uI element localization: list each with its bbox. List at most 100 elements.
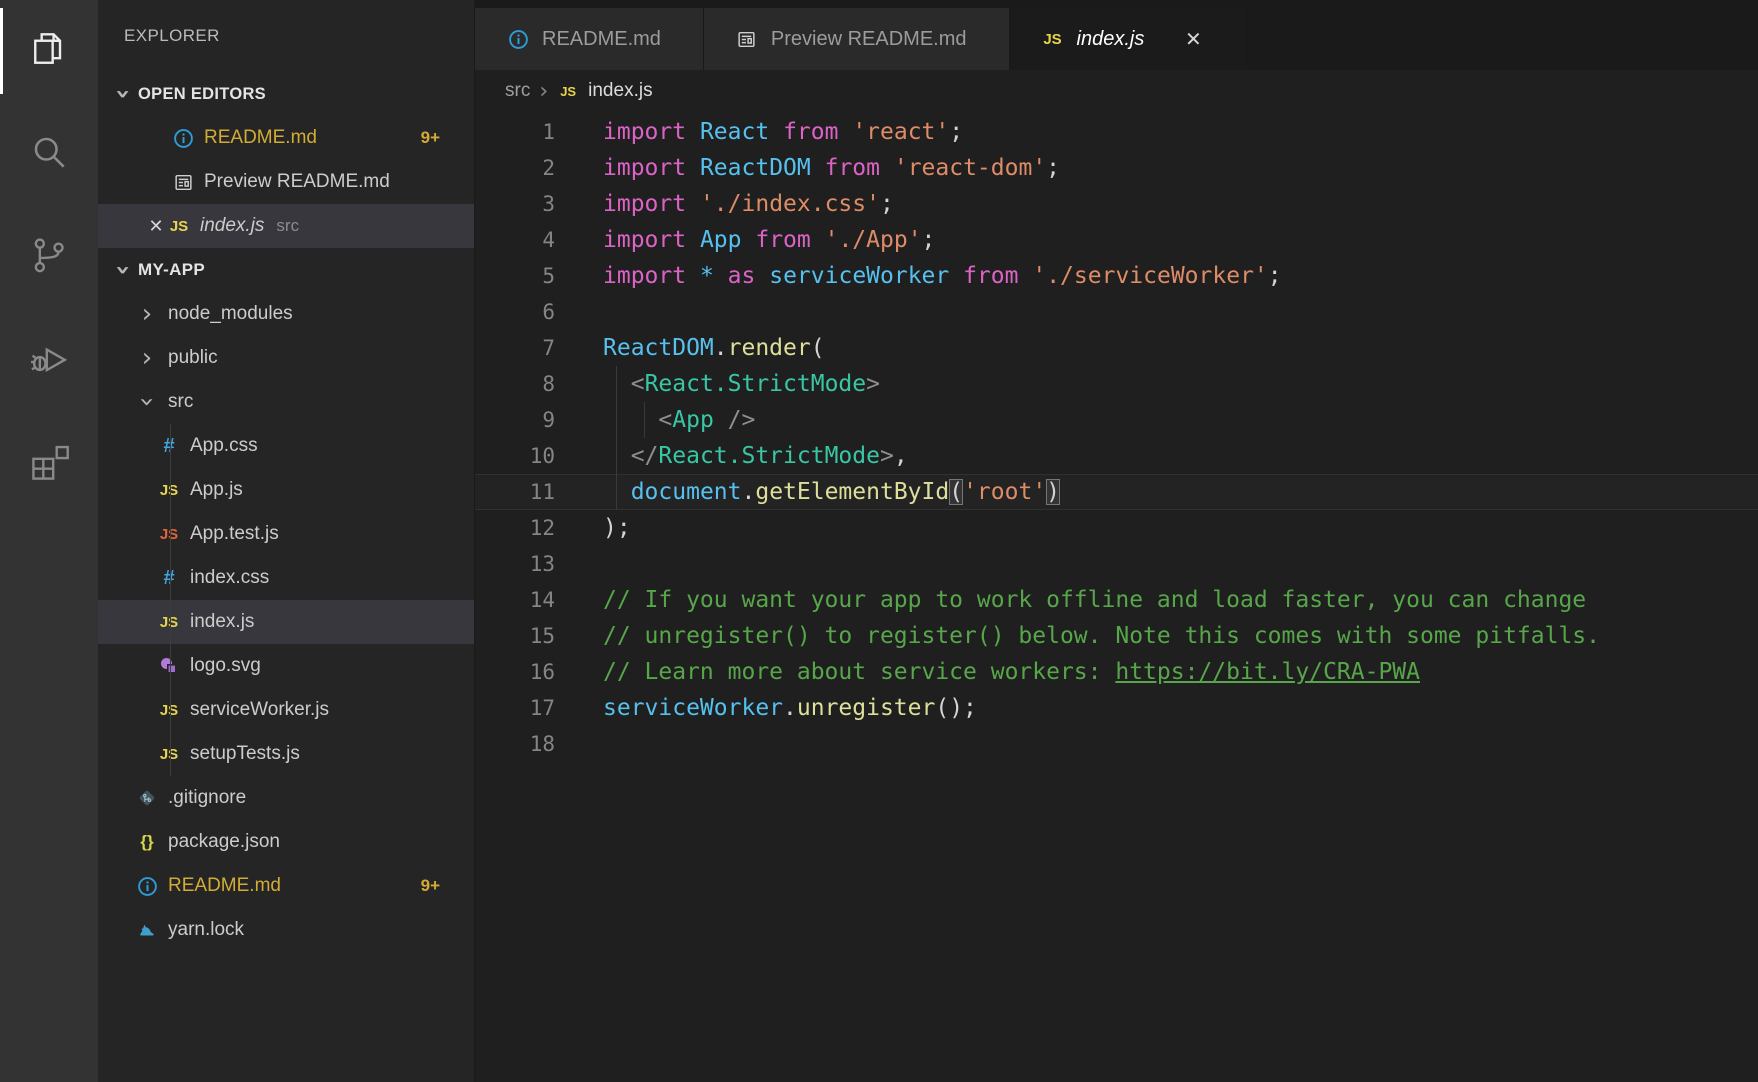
line-number: 1 [475,114,555,150]
problems-badge: 9+ [421,876,440,896]
line-number: 13 [475,546,555,582]
svgf-icon [158,656,180,676]
code-line[interactable]: 9 <App /> [475,402,1758,438]
file-label: node_modules [168,303,293,325]
file-label: package.json [168,831,280,853]
code-line[interactable]: 15// unregister() to register() below. N… [475,618,1758,654]
code-text: </React.StrictMode>, [603,438,908,474]
js-icon: JS [158,702,180,719]
file-label: setupTests.js [190,743,300,765]
activity-item-search[interactable] [0,103,98,206]
tree-item[interactable]: JSApp.js [98,468,474,512]
open-editors-list: README.md9+ Preview README.md ✕JSindex.jss… [98,116,474,248]
breadcrumb-folder[interactable]: src [505,80,530,102]
line-number: 3 [475,186,555,222]
open-editor-item[interactable]: README.md9+ [98,116,474,160]
open-editor-item[interactable]: ✕JSindex.jssrc [98,204,474,248]
activity-item-source-control[interactable] [0,206,98,309]
debug-icon [27,336,71,385]
tree-item[interactable]: yarn.lock [98,908,474,952]
line-number: 8 [475,366,555,402]
code-line[interactable]: 18 [475,726,1758,762]
js-icon: JS [1042,31,1064,48]
activity-item-run-debug[interactable] [0,309,98,412]
file-label: README.md [204,127,317,149]
tree-indent-guide [170,424,171,776]
editor-group: README.mdPreview README.mdJSindex.js✕ sr… [475,0,1758,1082]
git-icon [136,788,158,808]
open-editor-item[interactable]: Preview README.md [98,160,474,204]
activity-bar [0,0,98,1082]
file-label: index.js [200,215,264,237]
code-line[interactable]: 12); [475,510,1758,546]
code-line[interactable]: 11 document.getElementById('root') [475,474,1758,510]
code-text: import App from './App'; [603,222,935,258]
file-tree: ›node_modules›public›src#App.cssJSApp.js… [98,292,474,952]
code-line[interactable]: 6 [475,294,1758,330]
tree-item[interactable]: logo.svg [98,644,474,688]
chevron-down-icon: › [110,259,136,281]
code-editor[interactable]: 1import React from 'react';2import React… [475,112,1758,1082]
tree-item[interactable]: #App.css [98,424,474,468]
tab[interactable]: README.md [475,8,704,70]
code-line[interactable]: 7ReactDOM.render( [475,330,1758,366]
tree-folder[interactable]: ›public [98,336,474,380]
tree-item[interactable]: JS setupTests.js [98,732,474,776]
breadcrumb-file[interactable]: index.js [588,80,652,102]
tree-item[interactable]: .gitignore [98,776,474,820]
tree-item[interactable]: JS serviceWorker.js [98,688,474,732]
close-icon[interactable]: ✕ [1181,27,1205,52]
file-label: App.test.js [190,523,279,545]
line-number: 9 [475,402,555,438]
file-label: serviceWorker.js [190,699,329,721]
line-number: 6 [475,294,555,330]
file-label: index.js [190,611,254,633]
code-line[interactable]: 2import ReactDOM from 'react-dom'; [475,150,1758,186]
preview-icon [172,172,194,193]
file-label: .gitignore [168,787,246,809]
breadcrumb: src › JS index.js [475,70,1758,112]
code-text: import ReactDOM from 'react-dom'; [603,150,1060,186]
code-text: // Learn more about service workers: htt… [603,654,1420,690]
line-number: 12 [475,510,555,546]
code-line[interactable]: 4import App from './App'; [475,222,1758,258]
tab-label: Preview README.md [771,28,967,51]
activity-item-extensions[interactable] [0,412,98,515]
js-icon: JS [557,84,579,99]
search-icon [27,130,71,179]
css-icon: # [158,435,180,458]
code-line[interactable]: 1import React from 'react'; [475,114,1758,150]
source-control-icon [27,233,71,282]
project-root-header[interactable]: › MY-APP [98,248,474,292]
code-line[interactable]: 17serviceWorker.unregister(); [475,690,1758,726]
tree-item[interactable]: JSindex.js [98,600,474,644]
js-icon: JS [158,746,180,763]
tab[interactable]: Preview README.md [704,8,1010,70]
code-text: ReactDOM.render( [603,330,825,366]
code-line[interactable]: 3 import './index.css'; [475,186,1758,222]
tab-label: README.md [542,28,661,51]
tree-item[interactable]: JSApp.test.js [98,512,474,556]
code-line[interactable]: 14// If you want your app to work offlin… [475,582,1758,618]
comment-link[interactable]: https://bit.ly/CRA-PWA [1115,659,1420,685]
code-line[interactable]: 8 <React.StrictMode> [475,366,1758,402]
code-text: import './index.css'; [603,186,894,222]
file-label: public [168,347,218,369]
code-line[interactable]: 13 [475,546,1758,582]
tree-folder[interactable]: ›node_modules [98,292,474,336]
close-icon[interactable]: ✕ [144,216,168,237]
open-editors-header[interactable]: › OPEN EDITORS [98,72,474,116]
tab[interactable]: JSindex.js✕ [1010,8,1249,70]
file-label: Preview README.md [204,171,390,193]
line-number: 11 [475,474,555,510]
code-line[interactable]: 5import * as serviceWorker from './servi… [475,258,1758,294]
code-line[interactable]: 10 </React.StrictMode>, [475,438,1758,474]
tree-item[interactable]: #index.css [98,556,474,600]
css-icon: # [158,567,180,590]
code-text: // If you want your app to work offline … [603,582,1586,618]
code-line[interactable]: 16// Learn more about service workers: h… [475,654,1758,690]
tree-item[interactable]: {}package.json [98,820,474,864]
tree-item[interactable]: README.md9+ [98,864,474,908]
activity-item-explorer[interactable] [0,0,98,103]
tree-folder[interactable]: ›src [98,380,474,424]
